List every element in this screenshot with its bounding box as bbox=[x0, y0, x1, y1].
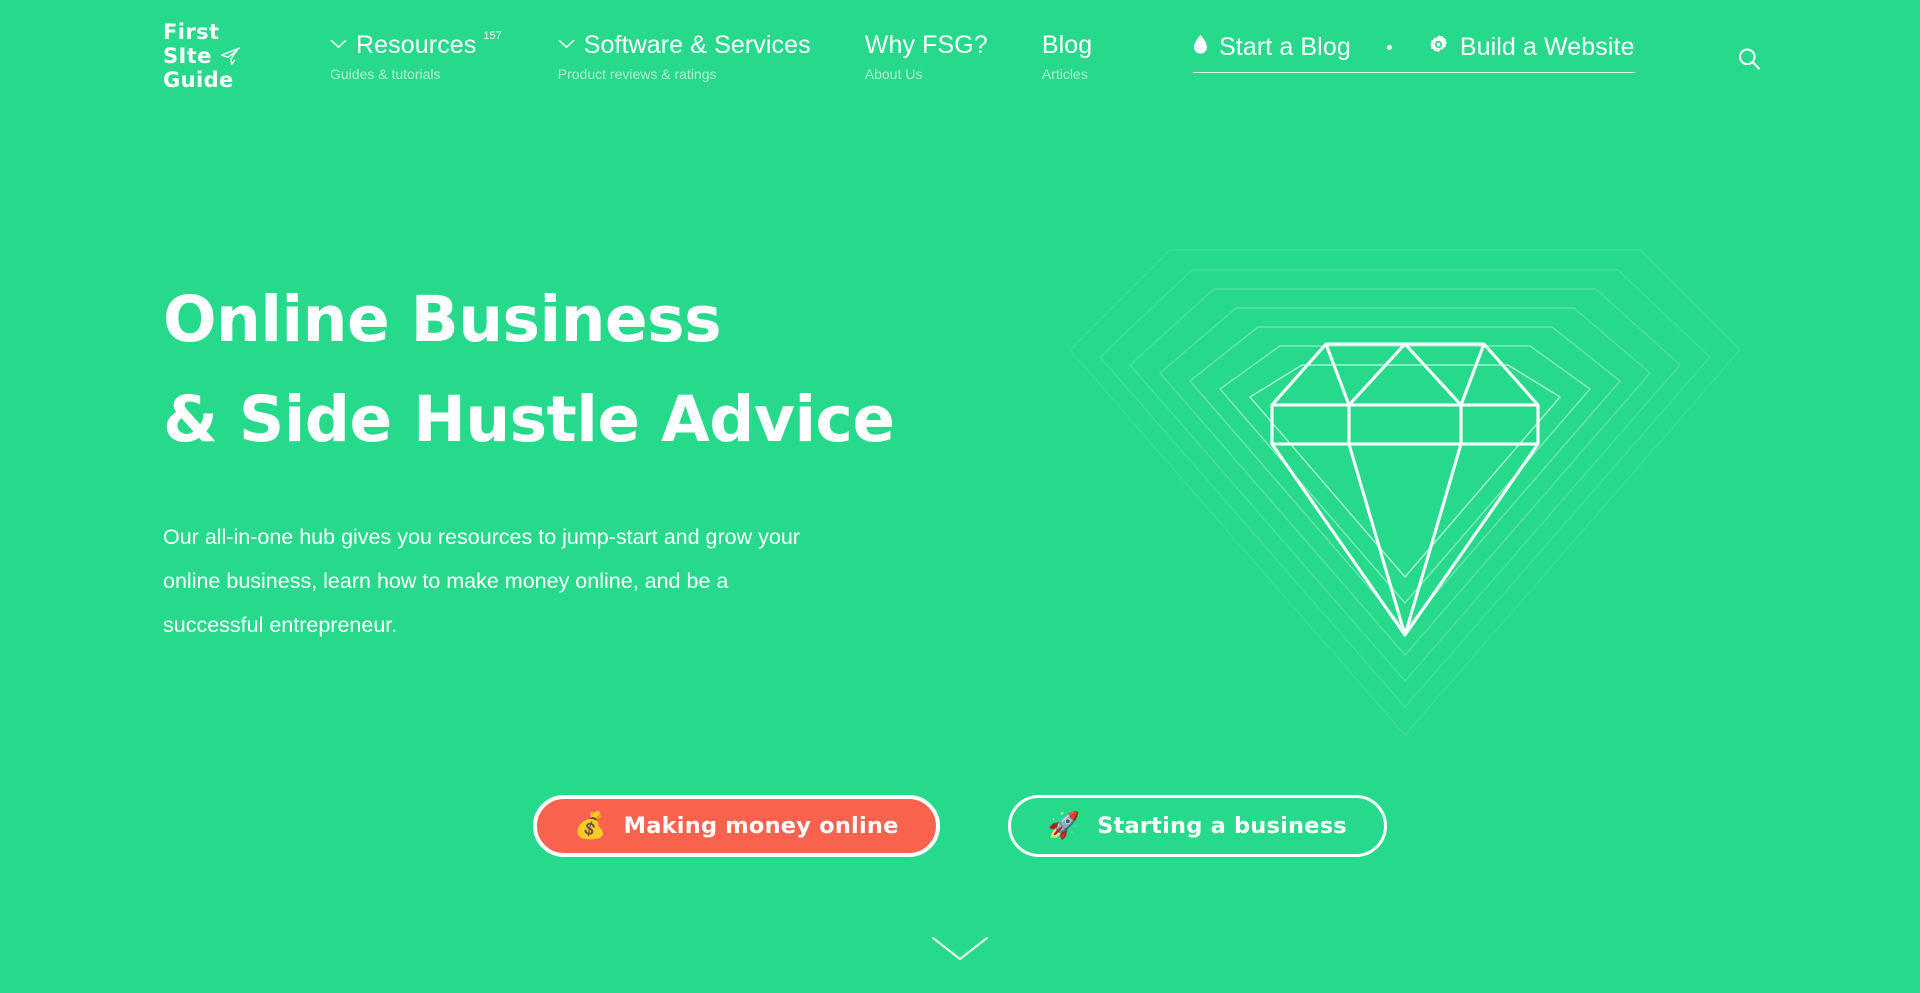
logo-line-guide: Guide bbox=[163, 67, 234, 92]
site-header: First SIte Guide Resources 157 Guides & … bbox=[0, 0, 1920, 110]
search-icon[interactable] bbox=[1735, 45, 1763, 73]
nav-item-resources[interactable]: Resources 157 Guides & tutorials bbox=[330, 30, 504, 83]
scroll-down-chevron-button[interactable] bbox=[925, 930, 995, 968]
nav-label-why-fsg: Why FSG? bbox=[864, 31, 988, 59]
making-money-online-label: Making money online bbox=[623, 813, 899, 839]
hero-title-line-2: & Side Hustle Advice bbox=[163, 383, 895, 456]
site-logo[interactable]: First SIte Guide bbox=[163, 20, 273, 92]
nav-badge-resources-count: 157 bbox=[483, 29, 502, 42]
diamond-outline-graphic bbox=[1060, 215, 1750, 745]
money-bag-icon: 💰 bbox=[574, 811, 607, 841]
rocket-icon: 🚀 bbox=[1047, 811, 1081, 841]
nav-item-software-services[interactable]: Software & Services Product reviews & ra… bbox=[558, 30, 811, 83]
cta-button-row: 💰 Making money online 🚀 Starting a busin… bbox=[0, 795, 1920, 857]
nav-sublabel-why-fsg: About Us bbox=[864, 66, 923, 82]
logo-line-first: First bbox=[163, 20, 220, 44]
chevron-down-icon bbox=[330, 36, 347, 54]
starting-a-business-label: Starting a business bbox=[1097, 813, 1347, 839]
nav-item-why-fsg[interactable]: Why FSG? About Us bbox=[865, 30, 988, 83]
chevron-down-icon bbox=[558, 36, 575, 54]
nav-sublabel-resources: Guides & tutorials bbox=[330, 66, 441, 82]
start-a-blog-label: Start a Blog bbox=[1219, 33, 1351, 61]
build-a-website-link[interactable]: Build a Website bbox=[1428, 33, 1635, 61]
paper-plane-icon bbox=[219, 46, 241, 70]
build-a-website-label: Build a Website bbox=[1459, 33, 1635, 61]
hero-copy: Online Business & Side Hustle Advice Our… bbox=[163, 270, 993, 647]
action-separator-dot bbox=[1386, 44, 1392, 50]
nav-label-resources: Resources bbox=[356, 31, 477, 59]
ink-drop-icon bbox=[1193, 34, 1208, 60]
nav-label-software-services: Software & Services bbox=[583, 31, 811, 59]
nav-sublabel-blog: Articles bbox=[1041, 66, 1088, 82]
logo-line-site: SIte bbox=[163, 43, 212, 68]
starting-a-business-button[interactable]: 🚀 Starting a business bbox=[1007, 795, 1387, 857]
nav-item-blog[interactable]: Blog Articles bbox=[1042, 30, 1092, 83]
start-a-blog-link[interactable]: Start a Blog bbox=[1193, 33, 1351, 61]
hero-title-line-1: Online Business bbox=[163, 283, 722, 356]
nav-sublabel-software-services: Product reviews & ratings bbox=[557, 66, 717, 82]
nav-label-blog: Blog bbox=[1041, 31, 1093, 59]
gear-icon bbox=[1428, 34, 1449, 60]
page-title: Online Business & Side Hustle Advice bbox=[163, 270, 993, 470]
hero-paragraph: Our all-in-one hub gives you resources t… bbox=[163, 525, 800, 637]
header-action-links: Start a Blog Build a Website bbox=[1193, 33, 1635, 73]
making-money-online-button[interactable]: 💰 Making money online bbox=[533, 795, 940, 857]
hero-section: Online Business & Side Hustle Advice Our… bbox=[0, 0, 1920, 993]
primary-navigation: Resources 157 Guides & tutorials Softwar… bbox=[330, 30, 1146, 83]
chevron-down-icon bbox=[931, 936, 989, 965]
